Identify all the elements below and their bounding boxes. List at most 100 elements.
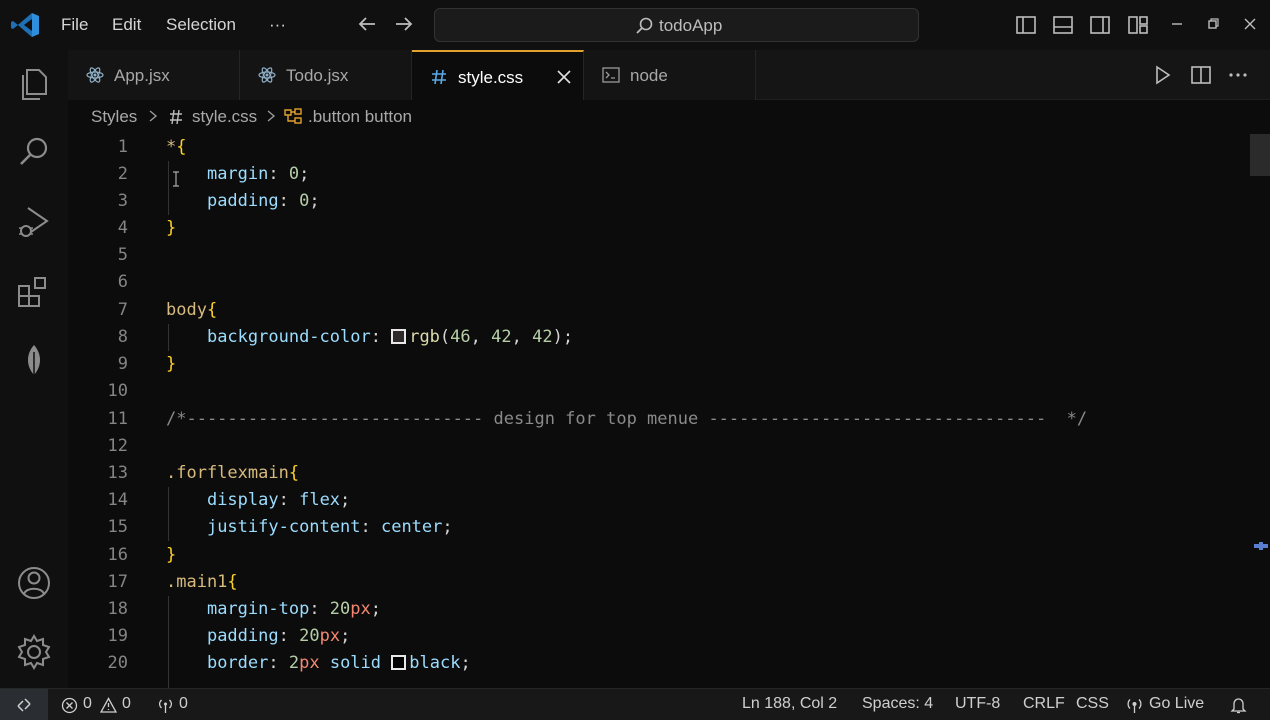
restore-icon[interactable] bbox=[1204, 15, 1222, 33]
menu-selection[interactable]: Selection bbox=[166, 15, 236, 35]
code-line: 8 background-color: rgb(46, 42, 42); bbox=[68, 324, 1270, 351]
code-line: 4 } bbox=[68, 215, 1270, 242]
extensions-icon[interactable] bbox=[14, 272, 54, 312]
code-line: 3 padding: 0; bbox=[68, 188, 1270, 215]
code-line: 12 bbox=[68, 433, 1270, 460]
toggle-primary-sidebar-icon[interactable] bbox=[1015, 14, 1037, 36]
line-number: 9 bbox=[117, 354, 128, 374]
tab-style-css[interactable]: style.css bbox=[412, 50, 584, 100]
customize-layout-icon[interactable] bbox=[1127, 14, 1149, 36]
close-icon[interactable] bbox=[1241, 15, 1259, 33]
minimize-icon[interactable] bbox=[1168, 15, 1186, 33]
line-number: 1 bbox=[117, 137, 128, 157]
code-line: 1 *{ bbox=[68, 134, 1270, 161]
split-editor-icon[interactable] bbox=[1190, 64, 1212, 86]
tab-todo-jsx[interactable]: Todo.jsx bbox=[240, 50, 412, 100]
menu-file[interactable]: File bbox=[61, 15, 88, 35]
breadcrumb-symbol[interactable]: .button button bbox=[308, 107, 412, 127]
line-number: 18 bbox=[107, 599, 128, 619]
notifications-bell-icon[interactable] bbox=[1230, 697, 1247, 714]
explorer-icon[interactable] bbox=[14, 64, 54, 104]
scroll-position-marker-icon bbox=[1254, 542, 1268, 550]
file-encoding[interactable]: UTF-8 bbox=[955, 695, 1000, 713]
line-number: 3 bbox=[117, 191, 128, 211]
color-swatch[interactable] bbox=[391, 655, 407, 670]
more-actions-icon[interactable] bbox=[1227, 64, 1249, 86]
line-number: 13 bbox=[107, 463, 128, 483]
remote-icon bbox=[17, 698, 31, 712]
code-line: 17 .main1{ bbox=[68, 569, 1270, 596]
line-number: 17 bbox=[107, 572, 128, 592]
code-line: 7 body{ bbox=[68, 297, 1270, 324]
command-center-search[interactable]: todoApp bbox=[434, 8, 919, 42]
ports-antenna-icon[interactable] bbox=[157, 697, 174, 714]
broadcast-icon[interactable] bbox=[1126, 697, 1143, 714]
line-number: 16 bbox=[107, 545, 128, 565]
close-tab-icon[interactable] bbox=[555, 68, 573, 86]
menu-more[interactable]: ··· bbox=[269, 15, 286, 35]
code-line: 18 margin-top: 20px; bbox=[68, 596, 1270, 623]
toggle-secondary-sidebar-icon[interactable] bbox=[1089, 14, 1111, 36]
ports-count[interactable]: 0 bbox=[179, 695, 188, 713]
code-line: 5 bbox=[68, 242, 1270, 269]
tab-label: style.css bbox=[458, 68, 524, 87]
title-bar: File Edit Selection ··· todoApp bbox=[0, 0, 1270, 50]
code-line: 6 bbox=[68, 269, 1270, 296]
back-arrow-icon[interactable] bbox=[355, 12, 379, 36]
indentation[interactable]: Spaces: 4 bbox=[862, 695, 933, 713]
symbol-class-icon bbox=[284, 108, 302, 124]
terminal-icon bbox=[602, 67, 620, 83]
settings-gear-icon[interactable] bbox=[14, 632, 54, 672]
code-editor[interactable]: 1 *{ 2 margin: 0; 3 padding: 0; 4 } 5 6 … bbox=[68, 134, 1270, 688]
color-swatch[interactable] bbox=[391, 329, 407, 344]
error-icon[interactable] bbox=[61, 697, 78, 714]
language-mode[interactable]: CSS bbox=[1076, 695, 1109, 713]
run-icon[interactable] bbox=[1151, 64, 1173, 86]
line-number: 11 bbox=[107, 409, 128, 429]
vertical-scrollbar-thumb[interactable] bbox=[1250, 134, 1270, 176]
code-line: 9 } bbox=[68, 351, 1270, 378]
toggle-panel-icon[interactable] bbox=[1052, 14, 1074, 36]
line-number: 8 bbox=[117, 327, 128, 347]
tab-node-terminal[interactable]: node bbox=[584, 50, 756, 100]
react-icon bbox=[86, 67, 104, 83]
tab-label: node bbox=[630, 66, 668, 85]
accounts-icon[interactable] bbox=[14, 563, 54, 603]
line-number: 14 bbox=[107, 490, 128, 510]
search-icon[interactable] bbox=[14, 132, 54, 172]
editor-tab-bar: App.jsx Todo.jsx style.css node bbox=[68, 50, 1270, 100]
command-center-label: todoApp bbox=[659, 16, 723, 35]
tab-app-jsx[interactable]: App.jsx bbox=[68, 50, 240, 100]
code-line: 14 display: flex; bbox=[68, 487, 1270, 514]
breadcrumb: Styles style.css .button button bbox=[68, 100, 1270, 134]
menu-edit[interactable]: Edit bbox=[112, 15, 141, 35]
vscode-logo-icon bbox=[11, 13, 39, 37]
line-number: 20 bbox=[107, 653, 128, 673]
search-icon bbox=[636, 17, 653, 34]
code-line: 2 margin: 0; bbox=[68, 161, 1270, 188]
end-of-line[interactable]: CRLF bbox=[1023, 695, 1065, 713]
line-number: 12 bbox=[107, 436, 128, 456]
line-number: 6 bbox=[117, 272, 128, 292]
warning-icon[interactable] bbox=[100, 697, 117, 714]
run-debug-icon[interactable] bbox=[14, 202, 54, 242]
line-number: 7 bbox=[117, 300, 128, 320]
breadcrumb-folder[interactable]: Styles bbox=[91, 107, 137, 127]
hash-icon bbox=[170, 109, 182, 125]
forward-arrow-icon[interactable] bbox=[392, 12, 416, 36]
line-number: 2 bbox=[117, 164, 128, 184]
go-live-button[interactable]: Go Live bbox=[1149, 695, 1204, 713]
remote-indicator[interactable] bbox=[0, 689, 48, 720]
tab-label: Todo.jsx bbox=[286, 66, 349, 85]
chevron-right-icon bbox=[267, 110, 276, 122]
code-line: 20 border: 2px solid black; bbox=[68, 650, 1270, 677]
tab-label: App.jsx bbox=[114, 66, 170, 85]
error-count[interactable]: 0 bbox=[83, 695, 92, 713]
react-icon bbox=[258, 67, 276, 83]
breadcrumb-file[interactable]: style.css bbox=[192, 107, 257, 127]
line-number: 10 bbox=[107, 381, 128, 401]
line-number: 4 bbox=[117, 218, 128, 238]
mongodb-leaf-icon[interactable] bbox=[14, 342, 54, 382]
warning-count[interactable]: 0 bbox=[122, 695, 131, 713]
cursor-position[interactable]: Ln 188, Col 2 bbox=[742, 695, 837, 713]
